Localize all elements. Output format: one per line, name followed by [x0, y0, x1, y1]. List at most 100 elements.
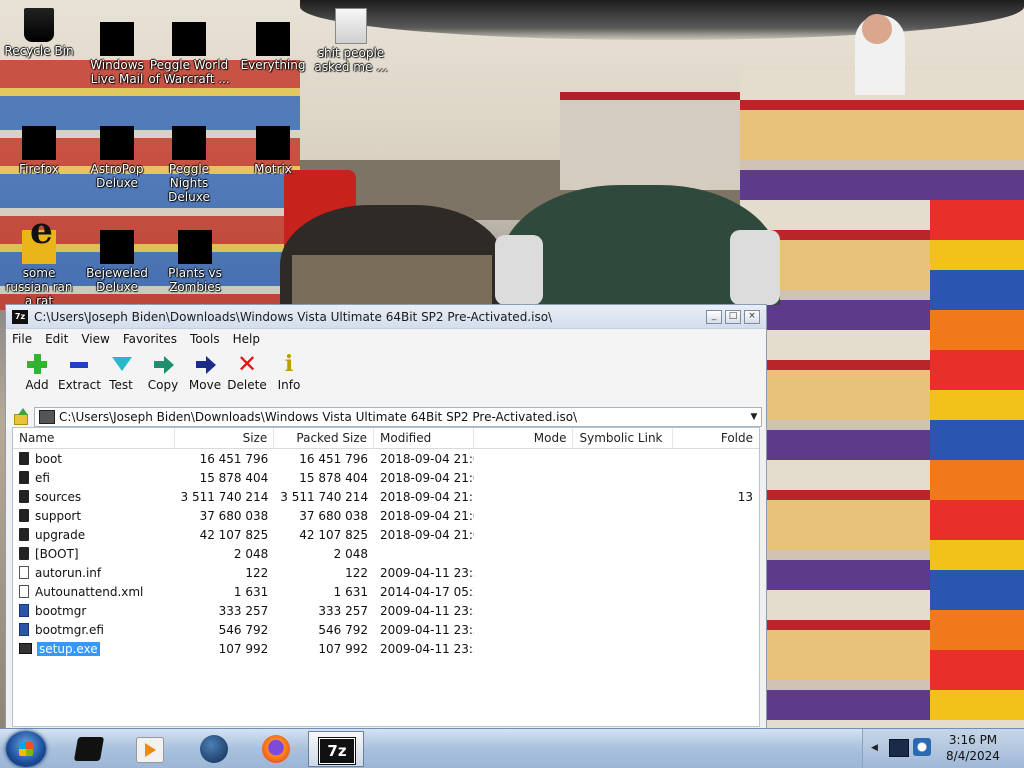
file-size: 16 451 796	[199, 451, 269, 466]
file-row[interactable]: autorun.inf 122 122 2009-04-11 23:30	[13, 563, 759, 582]
tray-app-icon[interactable]	[913, 738, 931, 756]
astropop-icon	[100, 126, 134, 160]
desktop-icon-shit-people-asked[interactable]: shit people asked me ...	[312, 8, 390, 74]
file-name-cell: setup.exe	[13, 641, 175, 656]
file-packed-size: 107 992	[318, 641, 369, 656]
test-icon	[110, 353, 132, 375]
file-row[interactable]: upgrade 42 107 825 42 107 825 2018-09-04…	[13, 525, 759, 544]
desktop-icon-astropop[interactable]: AstroPop Deluxe	[78, 126, 156, 190]
menu-bar: File Edit View Favorites Tools Help	[6, 329, 766, 349]
window-titlebar[interactable]: 7z C:\Users\Joseph Biden\Downloads\Windo…	[6, 305, 766, 329]
folder-icon	[19, 452, 29, 465]
desktop-icon-label: Motrix	[254, 162, 292, 176]
desktop-icon-firefox[interactable]: Firefox	[0, 126, 78, 176]
plants-vs-zombies-icon	[178, 230, 212, 264]
file-packed-size: 16 451 796	[299, 451, 369, 466]
file-row-selected[interactable]: setup.exe 107 992 107 992 2009-04-11 23:…	[13, 639, 759, 658]
file-name: efi	[35, 470, 50, 485]
file-row[interactable]: Autounattend.xml 1 631 1 631 2014-04-17 …	[13, 582, 759, 601]
move-button[interactable]: Move	[184, 353, 226, 392]
file-name: boot	[35, 451, 63, 466]
file-row[interactable]: support 37 680 038 37 680 038 2018-09-04…	[13, 506, 759, 525]
file-name: setup.exe	[37, 641, 100, 656]
clock[interactable]: 3:16 PM 8/4/2024	[933, 732, 1013, 764]
extract-button[interactable]: Extract	[58, 353, 101, 392]
add-icon	[26, 353, 48, 375]
file-row[interactable]: boot 16 451 796 16 451 796 2018-09-04 21…	[13, 449, 759, 468]
path-text[interactable]: C:\Users\Joseph Biden\Downloads\Windows …	[59, 410, 747, 424]
folder-up-icon[interactable]	[12, 408, 30, 426]
copy-button[interactable]: Copy	[142, 353, 184, 392]
desktop-icon-label: Bejeweled Deluxe	[86, 266, 148, 294]
file-row[interactable]: sources 3 511 740 214 3 511 740 214 2018…	[13, 487, 759, 506]
file-folders: 13	[737, 489, 753, 504]
column-size[interactable]: Size	[175, 428, 275, 448]
desktop-icon-recycle-bin[interactable]: Recycle Bin	[0, 8, 78, 58]
menu-edit[interactable]: Edit	[45, 332, 68, 346]
column-mode[interactable]: Mode	[474, 428, 574, 448]
desktop-icon-plants-vs-zombies[interactable]: Plants vs Zombies	[156, 230, 234, 294]
taskbar-button-firefox[interactable]	[246, 731, 302, 767]
menu-help[interactable]: Help	[233, 332, 260, 346]
add-button[interactable]: Add	[16, 353, 58, 392]
taskbar-button-7zip[interactable]: 7z	[308, 731, 364, 767]
desktop-icon-label: Everything	[240, 58, 306, 72]
file-row[interactable]: [BOOT] 2 048 2 048	[13, 544, 759, 563]
delete-label: Delete	[227, 378, 267, 392]
desktop-icon-bejeweled[interactable]: Bejeweled Deluxe	[78, 230, 156, 294]
desktop-icon-motrix[interactable]: Motrix	[234, 126, 312, 176]
menu-view[interactable]: View	[81, 332, 109, 346]
file-list[interactable]: Name Size Packed Size Modified Mode Symb…	[12, 427, 760, 727]
taskbar-button-media-player[interactable]	[120, 731, 176, 767]
column-name[interactable]: Name	[13, 428, 175, 448]
test-button[interactable]: Test	[100, 353, 142, 392]
clock-time: 3:16 PM	[948, 733, 998, 747]
maximize-button[interactable]: □	[725, 309, 741, 324]
desktop-icon-everything[interactable]: Everything	[234, 22, 312, 72]
desktop-icon-label: Firefox	[19, 162, 59, 176]
file-packed-size: 2 048	[333, 546, 369, 561]
chevron-down-icon[interactable]: ▼	[747, 412, 761, 422]
menu-file[interactable]: File	[12, 332, 32, 346]
7zip-window[interactable]: 7z C:\Users\Joseph Biden\Downloads\Windo…	[5, 304, 767, 730]
peggle-nights-icon	[172, 126, 206, 160]
desktop-icon-label: Peggle World of Warcraft ...	[148, 58, 230, 86]
file-name-cell: upgrade	[13, 528, 175, 542]
file-name-cell: sources	[13, 490, 175, 504]
binary-file-icon	[19, 604, 29, 617]
file-row[interactable]: efi 15 878 404 15 878 404 2018-09-04 21:…	[13, 468, 759, 487]
info-icon: i	[284, 351, 294, 377]
menu-tools[interactable]: Tools	[190, 332, 220, 346]
recycle-bin-icon	[22, 8, 56, 42]
taskbar-button-globe[interactable]	[184, 731, 240, 767]
taskbar-button-terminal[interactable]	[60, 731, 116, 767]
column-modified[interactable]: Modified	[374, 428, 474, 448]
desktop-icon-peggle-wow[interactable]: Peggle World of Warcraft ...	[148, 22, 230, 86]
file-row[interactable]: bootmgr 333 257 333 257 2009-04-11 23:30	[13, 601, 759, 620]
wallpaper-counter	[560, 92, 740, 190]
desktop-icon-some-russian[interactable]: some russian ran a rat	[0, 224, 78, 308]
info-button[interactable]: i Info	[268, 353, 310, 392]
desktop-icon-label: Windows Live Mail	[90, 58, 144, 86]
file-packed-size: 37 680 038	[299, 508, 369, 523]
close-button[interactable]: ×	[744, 309, 760, 324]
column-symbolic-link[interactable]: Symbolic Link	[573, 428, 674, 448]
info-label: Info	[277, 378, 301, 392]
column-folders[interactable]: Folde	[673, 428, 759, 448]
path-combobox[interactable]: C:\Users\Joseph Biden\Downloads\Windows …	[34, 407, 762, 427]
show-hidden-icons-button[interactable]: ◀	[871, 743, 878, 753]
desktop-icon-peggle-nights[interactable]: Peggle Nights Deluxe	[150, 126, 228, 204]
start-button[interactable]	[6, 731, 46, 767]
file-row[interactable]: bootmgr.efi 546 792 546 792 2009-04-11 2…	[13, 620, 759, 639]
copy-icon	[152, 353, 174, 375]
file-icon	[19, 566, 29, 579]
column-packed-size[interactable]: Packed Size	[274, 428, 375, 448]
minimize-button[interactable]: _	[706, 309, 722, 324]
menu-favorites[interactable]: Favorites	[123, 332, 177, 346]
desktop-icon-label: Plants vs Zombies	[168, 266, 222, 294]
desktop-icon-windows-live-mail[interactable]: Windows Live Mail	[78, 22, 156, 86]
network-icon[interactable]	[889, 739, 909, 757]
file-packed-size: 546 792	[318, 622, 369, 637]
clock-date: 8/4/2024	[946, 749, 1000, 763]
delete-button[interactable]: ✕ Delete	[226, 352, 268, 392]
